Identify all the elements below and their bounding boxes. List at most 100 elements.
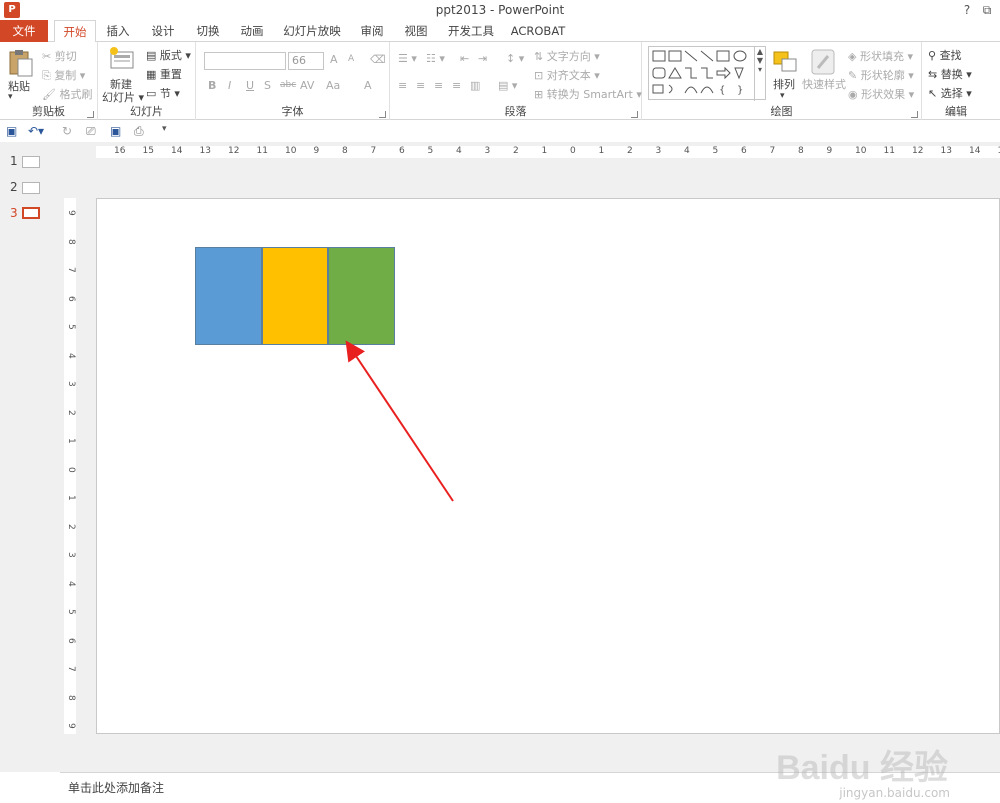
save-as-icon[interactable]: ▣: [110, 124, 121, 138]
group-font: 66 A A ⌫ B I U S abc AV Aa A 字体: [196, 42, 390, 120]
drawing-launcher-icon[interactable]: [911, 111, 918, 118]
font-size-dropdown[interactable]: 66: [288, 52, 324, 70]
rectangle-shape[interactable]: [328, 247, 395, 345]
slide-thumb-image-3[interactable]: [22, 207, 40, 219]
increase-indent-icon[interactable]: ⇥: [478, 52, 487, 65]
start-slideshow-icon[interactable]: ⎚: [86, 124, 96, 139]
align-center-icon[interactable]: ≡: [416, 79, 425, 92]
ruler-tick-label: 9: [826, 146, 833, 156]
char-spacing-button[interactable]: AV: [300, 79, 314, 92]
binoculars-icon: ⚲: [928, 49, 937, 62]
ribbon-tabs: 文件 开始 插入 设计 切换 动画 幻灯片放映 审阅 视图 开发工具 ACROB…: [0, 20, 1000, 43]
ruler-tick-label: 6: [66, 295, 76, 302]
rectangle-shape[interactable]: [195, 247, 262, 345]
justify-icon[interactable]: ≡: [452, 79, 461, 92]
shapes-gallery[interactable]: {} ▲ ▼ ▾: [648, 46, 766, 101]
tab-home[interactable]: 开始: [54, 20, 96, 43]
ruler-tick-label: 7: [66, 666, 76, 672]
cut-button[interactable]: ✂ 剪切: [42, 48, 77, 64]
ruler-tick-label: 6: [66, 637, 76, 644]
smartart-button[interactable]: ⊞ 转换为 SmartArt ▾: [534, 86, 642, 102]
font-color-button[interactable]: A: [364, 79, 372, 92]
undo-icon[interactable]: ↶▾: [28, 124, 44, 138]
slide-thumb-image-2[interactable]: [22, 182, 40, 194]
align-right-icon[interactable]: ≡: [434, 79, 443, 92]
find-button[interactable]: ⚲ 查找: [928, 47, 962, 63]
tab-view[interactable]: 视图: [398, 20, 434, 42]
tab-animations[interactable]: 动画: [234, 20, 270, 42]
title-bar: P ppt2013 - PowerPoint ? ⧉: [0, 0, 1000, 20]
format-painter-button[interactable]: 🖌 格式刷: [42, 86, 92, 102]
layout-button[interactable]: ▤ 版式 ▾: [146, 47, 191, 63]
copy-button[interactable]: ⎘ 复制 ▾: [42, 67, 85, 83]
shapes-gallery-scroll[interactable]: ▲ ▼ ▾: [754, 47, 765, 101]
horizontal-ruler: 16 15 14 13 12 11 10 9 8 7 6 5 4 3 2 1 0 1 2 3 4 5 6 7 8 9 10 11 12 1…: [96, 146, 1000, 158]
bullets-icon[interactable]: ☰ ▾: [398, 52, 417, 65]
reset-label: 重置: [159, 68, 182, 81]
tab-slideshow[interactable]: 幻灯片放映: [280, 20, 344, 42]
vertical-ruler: 9 8 7 6 5 4 3 2 1 0 1 2 3 4 5 6 7 8 9: [64, 198, 76, 734]
tab-developer[interactable]: 开发工具: [444, 20, 498, 42]
align-left-icon[interactable]: ≡: [398, 79, 407, 92]
text-direction-button[interactable]: ⇅ 文字方向 ▾: [534, 48, 600, 64]
tab-insert[interactable]: 插入: [100, 20, 136, 42]
bold-button[interactable]: B: [208, 79, 216, 92]
ruler-tick-label: 8: [66, 238, 76, 245]
reset-button[interactable]: ▦ 重置: [146, 66, 182, 82]
tab-acrobat[interactable]: ACROBAT: [508, 20, 568, 42]
decrease-indent-icon[interactable]: ⇤: [460, 52, 469, 65]
slide-thumb-2[interactable]: 2: [10, 180, 18, 194]
replace-button[interactable]: ⇆ 替换 ▾: [928, 66, 972, 82]
strikethrough-button[interactable]: abc: [280, 80, 296, 90]
slide-canvas[interactable]: [96, 198, 1000, 734]
ruler-tick-label: 12: [912, 146, 924, 156]
italic-button[interactable]: I: [228, 79, 231, 92]
numbering-icon[interactable]: ☷ ▾: [426, 52, 445, 65]
arrange-button[interactable]: 排列: [773, 76, 795, 92]
shape-effects-button[interactable]: ◉ 形状效果 ▾: [848, 86, 914, 102]
arrange-dropdown-icon[interactable]: ▾: [780, 91, 785, 101]
section-button[interactable]: ▭ 节 ▾: [146, 85, 180, 101]
ruler-tick-label: 2: [627, 146, 633, 156]
ruler-tick-label: 2: [66, 523, 76, 530]
tab-file[interactable]: 文件: [0, 20, 48, 42]
columns-icon[interactable]: ▤ ▾: [498, 79, 517, 92]
line-spacing-icon[interactable]: ↕ ▾: [506, 52, 524, 65]
slide-thumb-3[interactable]: 3: [10, 206, 18, 220]
ruler-tick-label: 3: [66, 381, 76, 387]
underline-button[interactable]: U: [246, 79, 254, 92]
paste-dropdown-icon[interactable]: ▾: [8, 92, 13, 102]
tab-design[interactable]: 设计: [145, 20, 181, 42]
clipboard-launcher-icon[interactable]: [87, 111, 94, 118]
slide-thumb-image-1[interactable]: [22, 156, 40, 168]
shrink-font-button[interactable]: A: [348, 54, 354, 64]
cut-label: 剪切: [54, 50, 77, 63]
help-button[interactable]: ?: [958, 1, 976, 19]
tab-transitions[interactable]: 切换: [190, 20, 226, 42]
shadow-button[interactable]: S: [264, 79, 271, 92]
paragraph-launcher-icon[interactable]: [631, 111, 638, 118]
font-launcher-icon[interactable]: [379, 111, 386, 118]
distributed-icon[interactable]: ▥: [470, 79, 480, 92]
save-icon[interactable]: ▣: [6, 124, 17, 138]
effects-icon: ◉: [848, 88, 858, 101]
ruler-tick-label: 2: [66, 409, 76, 416]
ruler-tick-label: 13: [940, 146, 952, 156]
print-preview-icon[interactable]: ⎙: [134, 124, 144, 139]
shape-outline-button[interactable]: ✎ 形状轮廓 ▾: [848, 67, 914, 83]
align-text-button[interactable]: ⊡ 对齐文本 ▾: [534, 67, 600, 83]
quick-styles-button[interactable]: 快速样式: [802, 76, 846, 92]
ribbon-display-options-button[interactable]: ⧉: [978, 1, 996, 19]
select-button[interactable]: ↖ 选择 ▾: [928, 85, 972, 101]
shape-fill-button[interactable]: ◈ 形状填充 ▾: [848, 48, 913, 64]
redo-icon[interactable]: ↻: [62, 124, 72, 138]
rectangle-shape[interactable]: [262, 247, 328, 345]
tab-review[interactable]: 审阅: [354, 20, 390, 42]
change-case-button[interactable]: Aa: [326, 79, 340, 92]
grow-font-button[interactable]: A: [330, 53, 338, 66]
slide-thumb-1[interactable]: 1: [10, 154, 18, 168]
clear-format-icon[interactable]: ⌫: [370, 53, 386, 66]
customize-qat-icon[interactable]: ▾: [162, 124, 167, 134]
ruler-tick-label: 2: [513, 146, 519, 156]
font-name-dropdown[interactable]: [204, 52, 286, 70]
